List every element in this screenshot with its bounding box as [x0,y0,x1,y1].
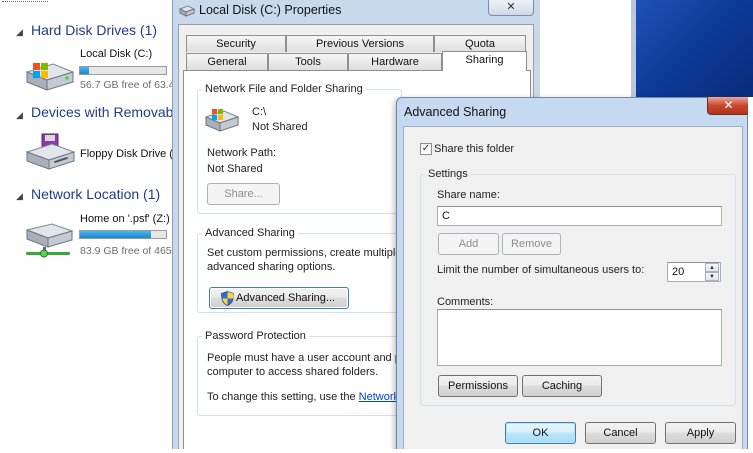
uac-shield-icon [221,291,234,306]
tab-previous-versions[interactable]: Previous Versions [286,35,434,52]
password-protection-line1: People must have a user account and pass… [207,352,397,364]
explorer-top-border [2,1,48,2]
comments-label: Comments: [437,296,494,308]
drive-title-icon [179,4,195,18]
tab-general[interactable]: General [186,53,268,70]
network-path-label: Network Path: [207,147,277,159]
ok-button[interactable]: OK [505,422,576,444]
group-header-network-location[interactable]: Network Location (1) [31,186,160,202]
advanced-sharing-description-line2: advanced sharing options. [207,261,336,273]
collapse-caret-icon[interactable]: ◢ [16,110,23,121]
tab-quota[interactable]: Quota [434,35,526,52]
remove-button[interactable]: Remove [502,233,561,255]
password-protection-group-title: Password Protection [202,330,309,342]
checkmark-icon: ✓ [421,143,431,154]
close-icon[interactable]: ✕ [488,0,534,16]
drive-name-network-home[interactable]: Home on '.psf' (Z:) [80,213,170,225]
hard-drive-icon [204,107,240,133]
tab-sharing[interactable]: Sharing [442,51,527,71]
share-button[interactable]: Share... [207,183,280,205]
network-drive-icon [24,222,76,260]
cancel-button[interactable]: Cancel [585,422,656,444]
advanced-sharing-button-label: Advanced Sharing... [236,292,336,304]
properties-dialog-title: Local Disk (C:) Properties [199,3,342,17]
share-name-input[interactable]: C [437,206,722,226]
network-sharing-group-title: Network File and Folder Sharing [202,83,366,95]
network-path-value: Not Shared [207,163,263,175]
drive-capacity-fill [80,231,151,238]
password-protection-line2: computer to access shared folders. [207,366,379,378]
advanced-sharing-description-line1: Set custom permissions, create multiple … [207,247,397,259]
advanced-sharing-button[interactable]: Advanced Sharing... [209,287,349,309]
share-this-folder-checkbox[interactable]: ✓ [420,143,432,155]
shared-path: C:\ [252,106,267,118]
password-protection-line3-text: To change this setting, use the [207,391,359,403]
apply-button[interactable]: Apply [665,422,736,444]
tab-security[interactable]: Security [186,35,286,52]
spin-down-icon[interactable]: ▼ [705,272,719,281]
advanced-sharing-dialog-title: Advanced Sharing [404,105,507,119]
user-limit-label: Limit the number of simultaneous users t… [437,264,645,276]
collapse-caret-icon[interactable]: ◢ [16,191,23,202]
settings-group-title: Settings [425,168,471,180]
drive-name-local-disk[interactable]: Local Disk (C:) [80,48,152,60]
close-icon[interactable]: ✕ [707,97,750,115]
drive-name-floppy[interactable]: Floppy Disk Drive (A:) [80,148,187,160]
drive-capacity-bar [79,230,167,239]
screenshot-bottom-edge [0,449,753,453]
caching-button[interactable]: Caching [522,375,602,397]
password-protection-line3: To change this setting, use the Network … [207,391,397,403]
drive-capacity-fill [80,67,89,74]
spin-up-icon[interactable]: ▲ [705,263,719,272]
advanced-sharing-group-title: Advanced Sharing [202,227,298,239]
add-button[interactable]: Add [438,233,499,255]
share-name-label: Share name: [437,189,500,201]
hard-drive-icon [23,60,75,92]
drive-capacity-bar [79,66,167,75]
share-this-folder-label[interactable]: Share this folder [434,143,514,155]
permissions-button[interactable]: Permissions [438,375,518,397]
tab-hardware[interactable]: Hardware [348,53,442,70]
share-state: Not Shared [252,121,308,133]
network-sharing-center-link[interactable]: Network and Sharing Center [359,391,397,403]
screenshot-right-edge [748,97,753,453]
comments-textarea[interactable] [437,309,722,366]
group-header-hard-disk-drives[interactable]: Hard Disk Drives (1) [31,22,157,38]
tab-tools[interactable]: Tools [268,53,348,70]
floppy-drive-icon [24,132,76,172]
collapse-caret-icon[interactable]: ◢ [16,27,23,38]
desktop-background [636,0,753,97]
